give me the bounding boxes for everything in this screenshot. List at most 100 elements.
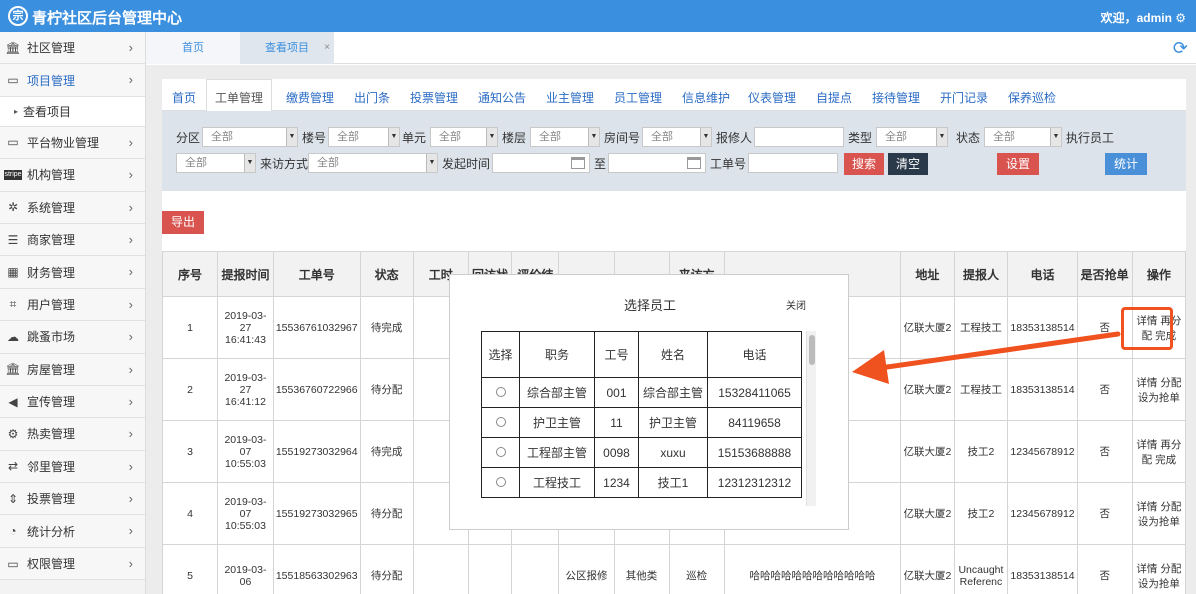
filter-label-visit-method: 来访方式 (260, 157, 309, 171)
module-tab[interactable]: 开门记录 (940, 89, 988, 106)
reporter-input[interactable] (754, 127, 844, 147)
chevron-right-icon: › (128, 72, 133, 88)
module-tab[interactable]: 仪表管理 (748, 89, 796, 106)
executor-select[interactable]: 全部 ▼ (176, 153, 256, 173)
district-select[interactable]: 全部 ▼ (202, 127, 298, 147)
cell-time: 2019-03-27 16:41:12 (217, 358, 274, 421)
unit-select[interactable]: 全部 ▼ (430, 127, 498, 147)
cell-ops[interactable]: 详情 分配 设为抢单 (1131, 358, 1187, 421)
radio-button[interactable] (495, 386, 506, 397)
radio-button[interactable] (495, 476, 506, 487)
type-select[interactable]: 全部 ▼ (876, 127, 948, 147)
module-tab[interactable]: 工单管理 (206, 79, 273, 112)
floor-select[interactable]: 全部 ▼ (530, 127, 600, 147)
sidebar-item-label: 机构管理 (27, 168, 76, 183)
dialog-cell-name: 护卫主管 (638, 407, 708, 438)
page-tab-view-project[interactable]: 查看项目 × (240, 32, 334, 64)
module-tabs: 首页 工单管理 缴费管理 出门条 投票管理 通知公告 业主管理 员工管理 信息维护 仪表管理 自提点… (162, 79, 1186, 112)
sidebar-item[interactable]: ▭ 平台物业管理 › (0, 126, 145, 160)
radio-cell[interactable] (481, 377, 520, 408)
sidebar-subitem-view-project[interactable]: ▸ 查看项目 (0, 96, 145, 127)
dialog-row[interactable]: 工程技工 1234 技工1 12312312312 (481, 467, 802, 498)
calendar-icon[interactable] (571, 157, 585, 169)
building-select[interactable]: 全部 ▼ (328, 127, 400, 147)
dialog-cell-id: 1234 (594, 467, 639, 498)
cell-ops[interactable]: 详情 再分配 完成 (1131, 420, 1187, 483)
clear-button[interactable]: 清空 (888, 153, 928, 175)
dialog-row[interactable]: 护卫主管 11 护卫主管 84119658 (481, 407, 802, 438)
dialog-close-button[interactable]: 关闭 (786, 297, 806, 312)
module-tab[interactable]: 员工管理 (614, 89, 662, 106)
sidebar-item[interactable]: ▦ 财务管理 › (0, 256, 145, 289)
settings-button[interactable]: 设置 (997, 153, 1039, 175)
sidebar-item[interactable]: 🏛 房屋管理 › (0, 353, 145, 386)
sidebar-item[interactable]: ☰ 商家管理 › (0, 223, 145, 257)
export-button[interactable]: 导出 (162, 211, 204, 234)
page-tab-label: 查看项目 (265, 42, 309, 54)
module-tab[interactable]: 保养巡检 (1008, 89, 1056, 106)
start-date-input[interactable] (492, 153, 590, 173)
sidebar-item[interactable]: ⇕ 投票管理 › (0, 483, 145, 516)
module-tab[interactable]: 接待管理 (872, 89, 920, 106)
end-date-input[interactable] (608, 153, 706, 173)
refresh-icon[interactable]: ⟳ (1173, 38, 1188, 59)
radio-cell[interactable] (481, 437, 520, 468)
radio-button[interactable] (495, 446, 506, 457)
filter-label-floor: 楼层 (502, 131, 527, 145)
radio-cell[interactable] (481, 407, 520, 438)
sidebar-item[interactable]: ⌗ 用户管理 › (0, 288, 145, 322)
module-tab[interactable]: 缴费管理 (286, 89, 334, 106)
stats-button[interactable]: 统计 (1105, 153, 1147, 175)
sidebar-item-label: 宣传管理 (27, 395, 76, 410)
filter-label-district: 分区 (176, 131, 201, 145)
cell-grab: 否 (1076, 358, 1133, 421)
cell-reporter: 技工2 (953, 482, 1009, 545)
module-tab[interactable]: 自提点 (816, 89, 852, 106)
radio-button[interactable] (495, 416, 506, 427)
dropdown-arrow-icon: ▼ (936, 128, 947, 146)
sidebar-item[interactable]: stripe 机构管理 › (0, 159, 145, 192)
sidebar-item[interactable]: ⚙ 热卖管理 › (0, 418, 145, 451)
page-tab-home[interactable]: 首页 (146, 32, 240, 64)
speaker-icon: ◀ (8, 394, 18, 409)
scrollbar-thumb[interactable] (809, 335, 815, 365)
cell-ops[interactable]: 详情 分配 设为抢单 (1131, 482, 1187, 545)
sidebar-item[interactable]: ▭ 项目管理 › (0, 64, 145, 97)
status-select[interactable]: 全部 ▼ (984, 127, 1062, 147)
calendar-icon[interactable] (687, 157, 701, 169)
module-tab[interactable]: 信息维护 (682, 89, 730, 106)
user-menu[interactable]: 欢迎，admin ⚙ (1101, 9, 1186, 26)
list-icon: ☰ (7, 232, 19, 247)
close-icon[interactable]: × (324, 32, 330, 64)
radio-cell[interactable] (481, 467, 520, 498)
module-tab[interactable]: 投票管理 (410, 89, 458, 106)
dialog-cell-name: 综合部主管 (638, 377, 708, 408)
sidebar-item[interactable]: ◔ 统计分析 › (0, 515, 145, 548)
dialog-header-cell: 职务 (519, 331, 595, 378)
sidebar-item-label: 财务管理 (27, 265, 76, 280)
dialog-scrollbar[interactable] (806, 331, 816, 506)
sidebar-item[interactable]: ☁ 跳蚤市场 › (0, 321, 145, 354)
cell-no: 5 (161, 544, 219, 594)
module-tab[interactable]: 出门条 (354, 89, 390, 106)
dropdown-arrow-icon: ▼ (244, 154, 255, 172)
sidebar-item[interactable]: ✲ 系统管理 › (0, 191, 145, 224)
room-select[interactable]: 全部 ▼ (642, 127, 712, 147)
order-no-input[interactable] (748, 153, 838, 173)
module-tab[interactable]: 通知公告 (478, 89, 526, 106)
dialog-row[interactable]: 综合部主管 001 综合部主管 15328411065 (481, 377, 802, 408)
module-tab[interactable]: 业主管理 (546, 89, 594, 106)
cell-ops[interactable]: 详情 分配 设为抢单 (1131, 544, 1187, 594)
sidebar-item[interactable]: ⇄ 邻里管理 › (0, 450, 145, 484)
sidebar-item[interactable]: ◀ 宣传管理 › (0, 385, 145, 419)
module-tab[interactable]: 首页 (172, 89, 196, 106)
visit-method-select[interactable]: 全部 ▼ (308, 153, 438, 173)
cell-status: 待分配 (359, 544, 414, 594)
sidebar-item[interactable]: ▭ 权限管理 › (0, 547, 145, 581)
search-button[interactable]: 搜索 (844, 153, 884, 175)
cell-time: 2019-03-07 10:55:03 (217, 482, 274, 545)
cell-c9: 其他类 (613, 544, 670, 594)
dialog-row[interactable]: 工程部主管 0098 xuxu 15153688888 (481, 437, 802, 468)
cell-addr: 亿联大厦2 (900, 544, 955, 594)
sidebar-item[interactable]: 🏛 社区管理 › (0, 32, 145, 65)
